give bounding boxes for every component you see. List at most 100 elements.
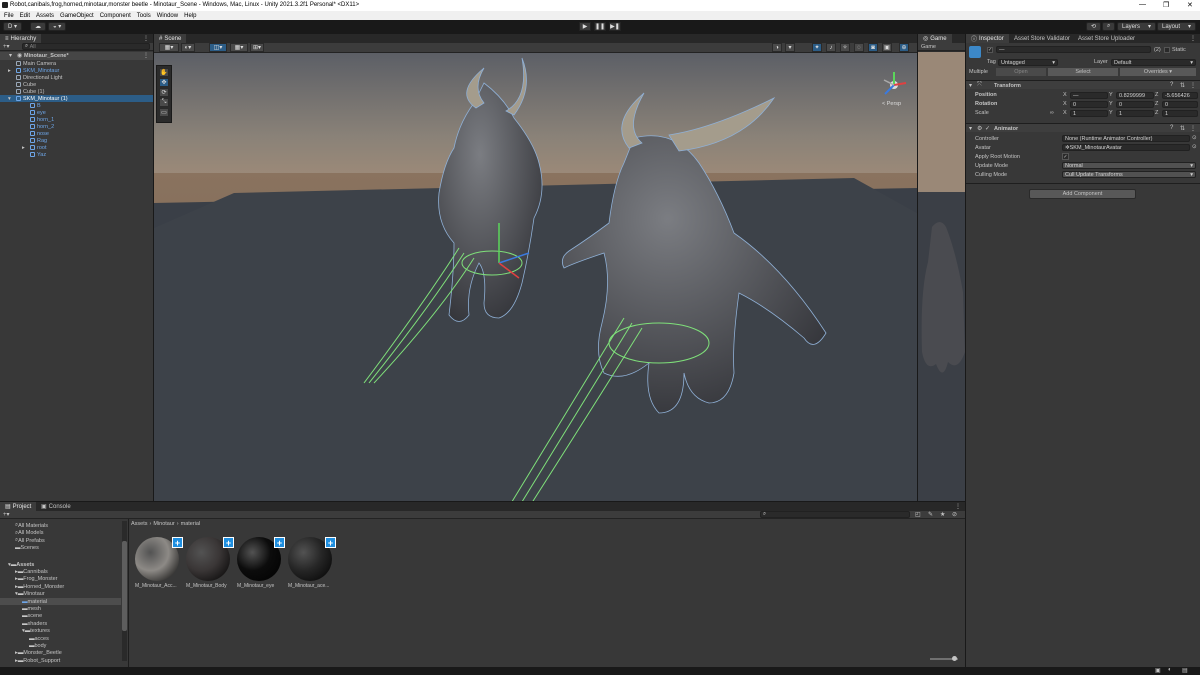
- add-component-button[interactable]: Add Component: [1029, 189, 1136, 199]
- tab-console[interactable]: ▣ Console: [36, 502, 76, 511]
- expand-arrow-icon[interactable]: ▸: [22, 145, 25, 151]
- menu-edit[interactable]: Edit: [20, 13, 30, 19]
- asset-folder-item[interactable]: ▬ material: [0, 598, 121, 605]
- asset-folder-item[interactable]: ▸ ▬ Monster_Beetle: [15, 650, 62, 657]
- hierarchy-item[interactable]: ▸ SKM_Minotaur: [8, 67, 59, 74]
- avatar-picker-icon[interactable]: ⊙: [1192, 144, 1197, 150]
- gizmos-dropdown-icon[interactable]: ⊕: [899, 43, 909, 52]
- favorite-item[interactable]: ⌕ All Prefabs: [15, 537, 45, 544]
- projection-label[interactable]: < Persp: [882, 101, 901, 107]
- breadcrumb-material[interactable]: material: [181, 521, 201, 527]
- tab-scene[interactable]: # Scene: [154, 34, 187, 43]
- account-button[interactable]: D ▾: [3, 22, 23, 31]
- game-display-label[interactable]: Game: [921, 44, 936, 50]
- menu-component[interactable]: Component: [100, 13, 131, 19]
- effects-toggle-icon[interactable]: ✧: [840, 43, 850, 52]
- gizmos-toggle-icon[interactable]: ▣: [882, 43, 892, 52]
- pivot-toggle[interactable]: ◫▾: [209, 43, 227, 52]
- rotation-x-field[interactable]: 0: [1070, 101, 1108, 108]
- close-icon[interactable]: ✕: [1187, 1, 1193, 9]
- asset-folder-item[interactable]: ▬ scene: [22, 613, 42, 620]
- culling-mode-dropdown[interactable]: Cull Update Transforms ▾: [1062, 171, 1196, 178]
- hidden-objects-icon[interactable]: ◌: [854, 43, 864, 52]
- scene-view[interactable]: # Scene ▦▾ ◐▾ ◫▾ ▦▾ ⊞▾ ◑ ▾ ✦ ♪ ✧ ◌ ◙ ▣ ⊕: [154, 34, 917, 501]
- move-tool-icon[interactable]: ✥: [159, 78, 169, 87]
- scale-tool-icon[interactable]: ⤡: [159, 98, 169, 107]
- hierarchy-item[interactable]: Main Camera: [16, 60, 56, 67]
- audio-toggle-icon[interactable]: ♪: [826, 43, 836, 52]
- project-search-input[interactable]: ⌕: [760, 511, 910, 518]
- hierarchy-item[interactable]: Rag: [30, 137, 47, 144]
- hierarchy-item[interactable]: nose: [30, 130, 49, 137]
- expand-icon[interactable]: ▾: [9, 52, 12, 59]
- asset-folder-item[interactable]: ▾ ▬ Assets: [8, 561, 34, 568]
- shading-icon[interactable]: ◑: [772, 43, 782, 52]
- layers-dropdown[interactable]: Layers ▾: [1117, 22, 1156, 31]
- add-icon[interactable]: +▾: [3, 43, 10, 50]
- hierarchy-item[interactable]: Yaz: [30, 151, 46, 158]
- transform-fold-icon[interactable]: ▾: [969, 82, 972, 89]
- menu-file[interactable]: File: [4, 13, 14, 19]
- maximize-icon[interactable]: ❐: [1163, 1, 1169, 9]
- asset-folder-item[interactable]: ▾ ▬ textures: [22, 628, 50, 635]
- hidden-packages-icon[interactable]: ⊘: [952, 511, 957, 518]
- create-asset-icon[interactable]: +▾: [3, 511, 10, 518]
- filter-label-icon[interactable]: ✎: [928, 511, 933, 518]
- auto-generate-icon[interactable]: ◐: [1168, 667, 1172, 673]
- tab-project[interactable]: ▤ Project: [0, 502, 37, 511]
- hand-tool-icon[interactable]: ✋: [159, 68, 169, 77]
- render-mode-dropdown[interactable]: ◐▾: [181, 43, 195, 52]
- hierarchy-item[interactable]: horn_2: [30, 123, 54, 130]
- animator-menu-icon[interactable]: ⋮: [1190, 125, 1196, 132]
- search-icon[interactable]: ⌕: [1102, 22, 1116, 31]
- static-checkbox[interactable]: [1164, 47, 1170, 53]
- asset-folder-item[interactable]: ▸ ▬ Cannibals: [15, 568, 48, 575]
- hierarchy-item[interactable]: B: [30, 102, 41, 109]
- open-prefab-button[interactable]: Open: [996, 68, 1046, 76]
- component-menu-icon[interactable]: ⋮: [1190, 82, 1196, 89]
- scale-y-field[interactable]: 1: [1116, 110, 1154, 117]
- animator-enabled-checkbox[interactable]: ✓: [985, 125, 990, 132]
- preset-icon[interactable]: ⇅: [1180, 82, 1185, 89]
- animator-help-icon[interactable]: ?: [1170, 125, 1173, 131]
- tab-asset-store-uploader[interactable]: Asset Store Uploader: [1073, 34, 1140, 43]
- hierarchy-item[interactable]: Directional Light: [16, 74, 62, 81]
- rect-tool-icon[interactable]: ▭: [159, 108, 169, 117]
- scene-row[interactable]: ▾ ◉ Minotaur_Scene* ⋮: [0, 52, 153, 60]
- position-x-field[interactable]: —: [1070, 92, 1108, 99]
- zoom-slider[interactable]: [930, 656, 958, 661]
- asset-tile[interactable]: + M_Minotaur_Acc...: [135, 537, 183, 589]
- select-prefab-button[interactable]: Select: [1048, 68, 1118, 76]
- active-checkbox[interactable]: ✓: [987, 47, 993, 53]
- help-icon[interactable]: ?: [1170, 82, 1173, 88]
- rotate-tool-icon[interactable]: ⟳: [159, 88, 169, 97]
- asset-tile[interactable]: + M_Minotaur_ace...: [288, 537, 336, 589]
- asset-tile[interactable]: + M_Minotaur_Body: [186, 537, 234, 589]
- rotation-z-field[interactable]: 0: [1162, 101, 1198, 108]
- lighting-toggle-icon[interactable]: ✦: [812, 43, 822, 52]
- favorite-star-icon[interactable]: ★: [940, 511, 945, 518]
- scene-more-icon[interactable]: ⋮: [143, 52, 149, 59]
- menu-gameobject[interactable]: GameObject: [60, 13, 94, 19]
- asset-tile[interactable]: + M_Minotaur_eye: [237, 537, 285, 589]
- history-icon[interactable]: ⟲: [1086, 22, 1102, 31]
- object-name-field[interactable]: —: [996, 46, 1151, 53]
- hierarchy-item[interactable]: Cube: [16, 81, 36, 88]
- hierarchy-item[interactable]: ▾ SKM_Minotaur (1): [0, 95, 153, 102]
- expand-arrow-icon[interactable]: ▸: [8, 68, 11, 74]
- cache-server-icon[interactable]: ▤: [1182, 667, 1188, 674]
- asset-folder-item[interactable]: ▸ ▬ Robot_Support: [15, 657, 60, 664]
- scale-z-field[interactable]: 1: [1162, 110, 1198, 117]
- pause-button[interactable]: ❚❚: [594, 22, 606, 31]
- menu-assets[interactable]: Assets: [36, 13, 54, 19]
- tab-asset-store-validator[interactable]: Asset Store Validator: [1009, 34, 1075, 43]
- layer-dropdown[interactable]: Default ▾: [1111, 59, 1196, 66]
- position-y-field[interactable]: 0.8299999: [1116, 92, 1154, 99]
- tab-hierarchy[interactable]: ≡ Hierarchy: [0, 34, 42, 43]
- minimize-icon[interactable]: —: [1139, 1, 1146, 8]
- collab-icon[interactable]: ◒ ▾: [48, 22, 67, 31]
- grid-snap-toggle[interactable]: ▦▾: [230, 43, 248, 52]
- game-view[interactable]: ◎ Game Game: [918, 34, 965, 501]
- bug-report-icon[interactable]: ▣: [1155, 667, 1161, 674]
- asset-folder-item[interactable]: ▬ shaders: [22, 620, 47, 627]
